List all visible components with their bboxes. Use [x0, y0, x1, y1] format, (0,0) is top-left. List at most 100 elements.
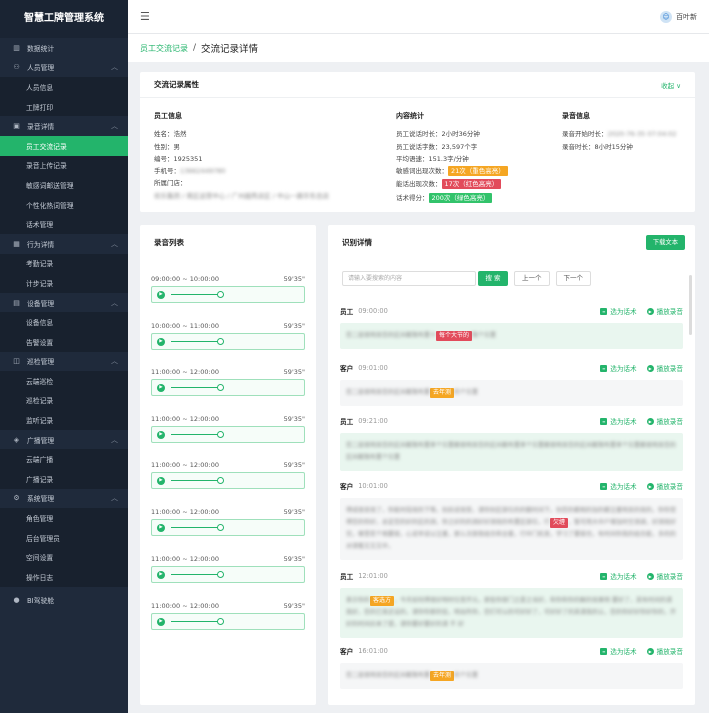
people-icon: ⚇ [13, 63, 20, 72]
menu-toggle-icon[interactable]: ☰ [140, 10, 150, 23]
sidebar-item-25[interactable]: 后台管理员 [0, 527, 128, 548]
progress-handle[interactable] [217, 337, 224, 345]
search-input[interactable]: 请输入要搜索的内容 [342, 271, 476, 286]
sidebar-item-20[interactable]: ◈ 广播管理 ︿ [0, 430, 128, 450]
recording-item[interactable]: 10:00:00 ~ 11:00:00 59'35" ▶ [151, 322, 305, 350]
user-menu[interactable]: ☺ 百叶新 [660, 10, 697, 23]
select-script-button[interactable]: ≡ 选为话术 [600, 571, 637, 581]
sidebar: 智慧工牌管理系统 ▥ 数据统计 ⚇ 人员管理 ︿ 人员信息 工牌打印 ▣ 录音详情 ︿ 员工交流记录… [0, 0, 128, 713]
sidebar-item-11[interactable]: 考勤记录 [0, 253, 128, 274]
play-recording-button[interactable]: ▶ 播放录音 [646, 363, 683, 373]
progress-handle[interactable] [217, 290, 224, 298]
progress-handle[interactable] [217, 476, 224, 484]
sidebar-item-23[interactable]: ⚙ 系统管理 ︿ [0, 489, 128, 509]
play-icon[interactable]: ▶ [157, 617, 165, 626]
sidebar-item-12[interactable]: 计步记录 [0, 273, 128, 293]
sidebar-item-9[interactable]: 话术管理 [0, 214, 128, 234]
select-script-button[interactable]: ≡ 选为话术 [600, 646, 637, 656]
speaker: 客户 [340, 648, 354, 656]
progress-track[interactable] [171, 290, 224, 298]
sidebar-item-15[interactable]: 告警设置 [0, 331, 128, 352]
sidebar-item-21[interactable]: 云端广播 [0, 449, 128, 470]
sidebar-item-24[interactable]: 角色管理 [0, 508, 128, 528]
play-icon[interactable]: ▶ [157, 523, 165, 532]
sidebar-item-14[interactable]: 设备信息 [0, 312, 128, 332]
play-icon[interactable]: ▶ [157, 570, 165, 579]
progress-track[interactable] [171, 383, 224, 391]
sidebar-item-1[interactable]: ⚇ 人员管理 ︿ [0, 58, 128, 78]
progress-track[interactable] [171, 476, 224, 484]
recording-item[interactable]: 11:00:00 ~ 12:00:00 59'35" ▶ [151, 368, 305, 396]
sidebar-item-label: 行为详情 [27, 240, 55, 249]
chevron-up-icon: ︿ [111, 435, 118, 444]
sidebar-item-16[interactable]: ◫ 巡检管理 ︿ [0, 352, 128, 372]
recording-duration: 59'35" [283, 368, 305, 376]
recording-list-card: 录音列表 09:00:00 ~ 10:00:00 59'35" ▶ 10:00:00 … [140, 225, 316, 705]
sidebar-item-22[interactable]: 广播记录 [0, 469, 128, 489]
progress-track[interactable] [171, 337, 224, 345]
select-script-button[interactable]: ≡ 选为话术 [600, 416, 637, 426]
progress-handle[interactable] [217, 523, 224, 531]
select-script-button[interactable]: ≡ 选为话术 [600, 363, 637, 373]
sidebar-item-4[interactable]: ▣ 录音详情 ︿ [0, 116, 128, 136]
progress-track[interactable] [171, 523, 224, 531]
sidebar-item-3[interactable]: 工牌打印 [0, 96, 128, 117]
sidebar-item-2[interactable]: 人员信息 [0, 77, 128, 97]
play-recording-button[interactable]: ▶ 播放录音 [646, 481, 683, 491]
chevron-up-icon: ︿ [111, 239, 118, 248]
play-icon[interactable]: ▶ [157, 383, 165, 392]
progress-handle[interactable] [217, 617, 224, 625]
sidebar-item-8[interactable]: 个性化热词管理 [0, 194, 128, 215]
sidebar-item-26[interactable]: 空间设置 [0, 547, 128, 568]
play-recording-button[interactable]: ▶ 播放录音 [646, 571, 683, 581]
sidebar-item-label: 监听记录 [26, 417, 54, 426]
collapse-link[interactable]: 收起 ∨ [661, 80, 681, 90]
sidebar-item-18[interactable]: 巡检记录 [0, 390, 128, 411]
sidebar-item-19[interactable]: 监听记录 [0, 410, 128, 430]
breadcrumb-parent-link[interactable]: 员工交流记录 [140, 43, 188, 54]
scrollbar[interactable] [689, 275, 692, 335]
play-icon[interactable]: ▶ [157, 430, 165, 439]
play-recording-button[interactable]: ▶ 播放录音 [646, 646, 683, 656]
progress-track[interactable] [171, 570, 224, 578]
recording-duration: 59'35" [283, 322, 305, 330]
sidebar-item-27[interactable]: 操作日志 [0, 567, 128, 587]
download-text-button[interactable]: 下载文本 [645, 235, 685, 250]
search-button[interactable]: 搜 索 [478, 271, 508, 286]
sidebar-item-13[interactable]: ▤ 设备管理 ︿ [0, 293, 128, 313]
play-recording-button[interactable]: ▶ 播放录音 [646, 416, 683, 426]
sidebar-item-5[interactable]: 员工交流记录 [0, 135, 128, 156]
chevron-up-icon: ︿ [111, 494, 118, 503]
timestamp: 16:01:00 [358, 647, 388, 655]
progress-handle[interactable] [217, 570, 224, 578]
recording-header: 11:00:00 ~ 12:00:00 59'35" [151, 368, 305, 376]
select-script-button[interactable]: ≡ 选为话术 [600, 306, 637, 316]
play-icon: ▶ [646, 307, 654, 315]
recording-item[interactable]: 11:00:00 ~ 12:00:00 59'35" ▶ [151, 555, 305, 583]
play-icon[interactable]: ▶ [157, 337, 165, 346]
recording-duration: 59'35" [283, 602, 305, 610]
play-recording-button[interactable]: ▶ 播放录音 [646, 306, 683, 316]
recording-item[interactable]: 09:00:00 ~ 10:00:00 59'35" ▶ [151, 275, 305, 303]
recording-item[interactable]: 11:00:00 ~ 12:00:00 59'35" ▶ [151, 508, 305, 536]
progress-track[interactable] [171, 430, 224, 438]
sidebar-item-6[interactable]: 录音上传记录 [0, 155, 128, 176]
play-icon[interactable]: ▶ [157, 476, 165, 485]
conversation-header: 员工 09:00:00 ≡ 选为话术 ▶ 播放录音 [340, 305, 683, 317]
prev-button[interactable]: 上一个 [514, 271, 550, 286]
sidebar-item-28[interactable]: ● BI驾驶舱 [0, 591, 128, 611]
recording-duration: 59'35" [283, 508, 305, 516]
next-button[interactable]: 下一个 [555, 271, 591, 286]
sidebar-item-10[interactable]: ▦ 行为详情 ︿ [0, 234, 128, 254]
progress-handle[interactable] [217, 430, 224, 438]
sidebar-item-0[interactable]: ▥ 数据统计 [0, 38, 128, 58]
progress-track[interactable] [171, 617, 224, 625]
recording-item[interactable]: 11:00:00 ~ 12:00:00 59'35" ▶ [151, 415, 305, 443]
recording-item[interactable]: 11:00:00 ~ 12:00:00 59'35" ▶ [151, 602, 305, 630]
progress-handle[interactable] [217, 383, 224, 391]
sidebar-item-17[interactable]: 云端巡检 [0, 371, 128, 391]
select-script-button[interactable]: ≡ 选为话术 [600, 481, 637, 491]
recording-item[interactable]: 11:00:00 ~ 12:00:00 59'35" ▶ [151, 461, 305, 489]
play-icon[interactable]: ▶ [157, 290, 165, 299]
sidebar-item-7[interactable]: 敏感词邮送管理 [0, 175, 128, 195]
